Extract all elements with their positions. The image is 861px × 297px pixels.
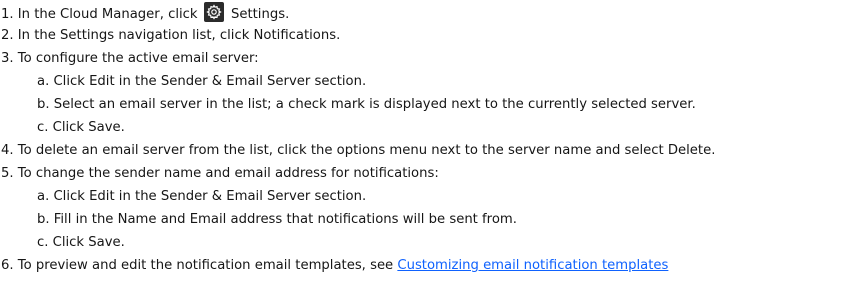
step-2: 2. In the Settings navigation list, clic… xyxy=(1,28,341,43)
step-5a: a. Click Edit in the Sender & Email Serv… xyxy=(37,189,367,204)
step-3: 3. To configure the active email server: xyxy=(1,51,259,66)
gear-icon xyxy=(203,2,224,22)
step-6: 6. To preview and edit the notification … xyxy=(1,255,668,277)
step-3a: a. Click Edit in the Sender & Email Serv… xyxy=(37,74,367,89)
step-3c: c. Click Save. xyxy=(37,120,125,135)
step-1-text-after: Settings. xyxy=(230,7,290,22)
step-3b: b. Select an email server in the list; a… xyxy=(37,97,696,112)
step-4: 4. To delete an email server from the li… xyxy=(1,143,716,158)
step-5c: c. Click Save. xyxy=(37,235,125,250)
step-1: 1. In the Cloud Manager, click Settings. xyxy=(1,2,289,24)
instructions-list: 1. In the Cloud Manager, click Settings.… xyxy=(0,0,861,297)
step-6-text: 6. To preview and edit the notification … xyxy=(1,258,394,273)
customizing-templates-link[interactable]: Customizing email notification templates xyxy=(397,258,668,273)
step-5: 5. To change the sender name and email a… xyxy=(1,166,439,181)
gear-icon-glyph xyxy=(206,4,222,20)
step-1-text: 1. In the Cloud Manager, click xyxy=(1,7,198,22)
step-5b: b. Fill in the Name and Email address th… xyxy=(37,212,517,227)
